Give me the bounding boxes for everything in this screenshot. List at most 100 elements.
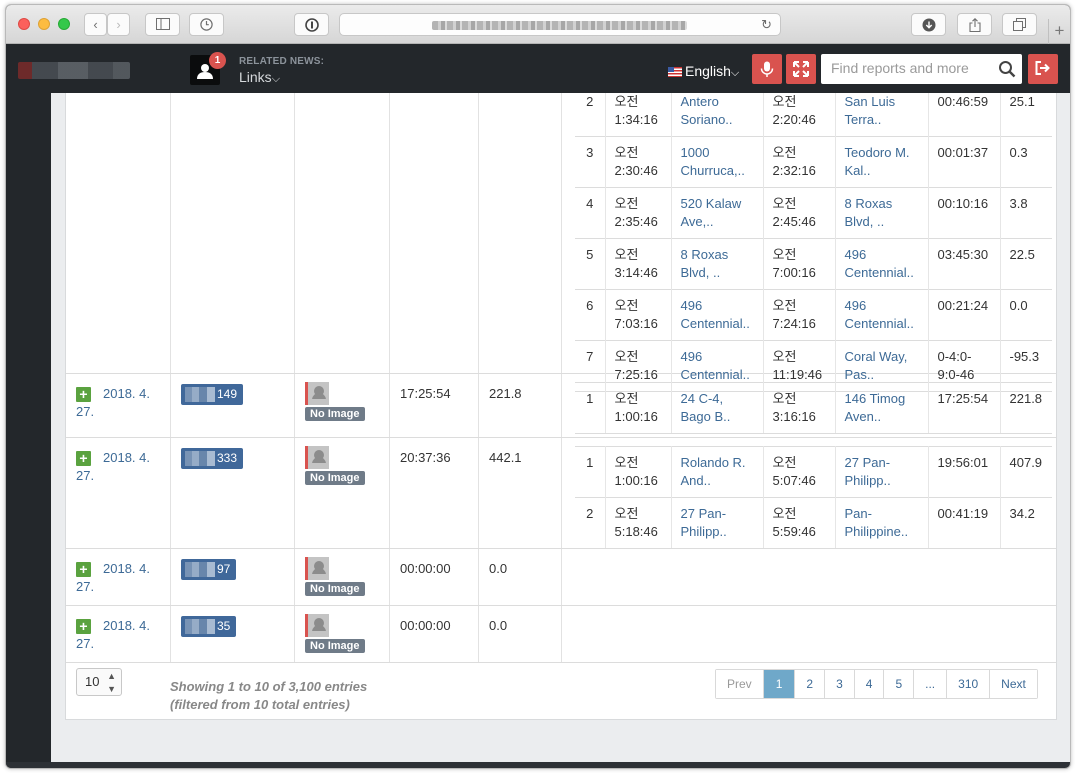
table-footer: 10 ▲ ▼ Showing 1 to 10 of 3,100 entries (f… xyxy=(66,662,1056,719)
trip-end-location-cell[interactable]: 27 Pan-Philipp.. xyxy=(835,446,929,498)
trip-start-location-cell[interactable]: Antero Soriano.. xyxy=(671,93,764,137)
reload-icon[interactable]: ↻ xyxy=(761,17,772,33)
trip-start-location-link[interactable]: Antero Soriano.. xyxy=(681,94,733,127)
vehicle-id-badge[interactable]: 97 xyxy=(181,559,237,580)
vehicle-id-text: 35 xyxy=(217,619,231,633)
trip-end-location-link[interactable]: Pan-Philippine.. xyxy=(845,506,909,539)
trip-start-time-clock: 2:30:46 xyxy=(614,163,658,178)
trip-end-location-cell[interactable]: Teodoro M. Kal.. xyxy=(835,136,929,188)
trip-row: 3 오전 2:30:46 1000 Churruca,.. 오전 2:32:16 Teodo… xyxy=(575,136,1052,188)
tabs-overview-button[interactable] xyxy=(1002,13,1037,36)
page-button[interactable]: 2 xyxy=(795,670,826,698)
trip-end-location-cell[interactable]: San Luis Terra.. xyxy=(835,93,929,137)
page-button[interactable]: 3 xyxy=(825,670,855,698)
trip-start-location-link[interactable]: 27 Pan-Philipp.. xyxy=(681,506,727,539)
address-bar[interactable]: ↻ xyxy=(339,13,781,36)
trip-end-location-link[interactable]: 8 Roxas Blvd, .. xyxy=(845,196,893,229)
trip-end-location-cell[interactable]: 496 Centennial.. xyxy=(835,238,929,290)
trip-detail-table: 2 오전 1:34:16 Antero Soriano.. 오전 2:20:46 San L… xyxy=(575,93,1052,392)
trip-end-location-link[interactable]: 496 Centennial.. xyxy=(845,298,914,331)
page-button[interactable]: 5 xyxy=(884,670,915,698)
trip-end-location-cell[interactable]: Pan-Philippine.. xyxy=(835,497,929,549)
date-cell[interactable]: +2018. 4. 27. xyxy=(76,449,168,485)
prev-page-button[interactable]: Prev xyxy=(716,670,764,698)
app-navbar: 1 RELATED NEWS: Links⌵ English⌵ xyxy=(6,44,1070,93)
key-icon xyxy=(304,18,319,32)
trip-start-location-link[interactable]: 24 C-4, Bago B.. xyxy=(681,391,731,424)
close-window-button[interactable] xyxy=(18,18,30,30)
expand-row-icon[interactable]: + xyxy=(76,387,91,402)
next-page-button[interactable]: Next xyxy=(990,670,1037,698)
related-links-dropdown[interactable]: Links⌵ xyxy=(239,69,280,86)
page-length-select[interactable]: 10 ▲ ▼ xyxy=(76,668,122,696)
trip-end-location-cell[interactable]: 8 Roxas Blvd, .. xyxy=(835,187,929,239)
vehicle-id-badge[interactable]: 149 xyxy=(181,384,244,405)
no-image-label: No Image xyxy=(305,407,365,421)
page-button[interactable]: 4 xyxy=(854,670,885,698)
vehicle-id-badge[interactable]: 333 xyxy=(181,448,244,469)
trip-start-location-link[interactable]: 496 Centennial.. xyxy=(681,298,750,331)
trip-row: 6 오전 7:03:16 496 Centennial.. 오전 7:24:16 496 C… xyxy=(575,289,1052,341)
expand-row-icon[interactable]: + xyxy=(76,619,91,634)
expand-row-icon[interactable]: + xyxy=(76,451,91,466)
language-dropdown[interactable]: English⌵ xyxy=(668,63,739,80)
avatar-placeholder-icon xyxy=(305,557,329,580)
password-manager-button[interactable] xyxy=(294,13,329,36)
fullscreen-button[interactable] xyxy=(786,54,816,84)
trip-start-location-cell[interactable]: 520 Kalaw Ave,.. xyxy=(671,187,764,239)
trip-start-time-period: 오전 xyxy=(614,349,639,364)
trip-end-location-link[interactable]: Teodoro M. Kal.. xyxy=(845,145,910,178)
trip-start-location-cell[interactable]: 27 Pan-Philipp.. xyxy=(671,497,764,549)
minimize-window-button[interactable] xyxy=(38,18,50,30)
trip-start-location-cell[interactable]: 8 Roxas Blvd, .. xyxy=(671,238,764,290)
driver-photo: No Image xyxy=(305,382,365,421)
sidebar-toggle-button[interactable] xyxy=(145,13,180,36)
trip-end-time-cell: 오전 2:32:16 xyxy=(763,136,836,188)
trip-end-location-link[interactable]: San Luis Terra.. xyxy=(845,94,896,127)
trip-end-time-cell: 오전 5:07:46 xyxy=(763,446,836,498)
date-cell[interactable]: +2018. 4. 27. xyxy=(76,385,168,421)
trip-start-time-clock: 1:34:16 xyxy=(614,112,658,127)
page-button[interactable]: 310 xyxy=(947,670,991,698)
trip-start-location-link[interactable]: 8 Roxas Blvd, .. xyxy=(681,247,729,280)
date-cell[interactable]: +2018. 4. 27. xyxy=(76,617,168,653)
trip-start-location-link[interactable]: Rolando R. And.. xyxy=(681,455,746,488)
trip-start-location-link[interactable]: 1000 Churruca,.. xyxy=(681,145,745,178)
trip-end-time-period: 오전 xyxy=(772,145,797,160)
trip-start-location-cell[interactable]: 24 C-4, Bago B.. xyxy=(671,382,764,434)
trip-distance-cell: 407.9 xyxy=(1000,446,1052,498)
voice-button[interactable] xyxy=(752,54,782,84)
downloads-button[interactable] xyxy=(911,13,946,36)
share-button[interactable] xyxy=(957,13,992,36)
brand-logo[interactable] xyxy=(18,62,130,79)
new-tab-button[interactable]: + xyxy=(1048,19,1070,44)
distance-cell: 0.0 xyxy=(489,561,508,576)
trip-duration-cell: 03:45:30 xyxy=(928,238,1001,290)
trip-end-location-link[interactable]: 27 Pan-Philipp.. xyxy=(845,455,891,488)
date-cell[interactable]: +2018. 4. 27. xyxy=(76,560,168,596)
trip-end-location-cell[interactable]: 146 Timog Aven.. xyxy=(835,382,929,434)
trip-end-location-link[interactable]: 496 Centennial.. xyxy=(845,247,914,280)
page-button[interactable]: 1 xyxy=(763,670,796,698)
trip-end-location-cell[interactable]: 496 Centennial.. xyxy=(835,289,929,341)
trip-end-time-cell: 오전 2:20:46 xyxy=(763,93,836,137)
trip-start-time-period: 오전 xyxy=(614,391,639,406)
forward-button[interactable]: › xyxy=(107,13,130,36)
trip-start-location-cell[interactable]: Rolando R. And.. xyxy=(671,446,764,498)
trip-index: 6 xyxy=(586,298,594,313)
table-row: +2018. 4. 27. 97 No Image 00:00:00 0.0 xyxy=(66,549,1056,606)
trip-start-location-cell[interactable]: 496 Centennial.. xyxy=(671,289,764,341)
search-icon[interactable] xyxy=(998,60,1016,78)
vehicle-id-badge[interactable]: 35 xyxy=(181,616,237,637)
history-button[interactable] xyxy=(189,13,224,36)
back-button[interactable]: ‹ xyxy=(84,13,107,36)
expand-row-icon[interactable]: + xyxy=(76,562,91,577)
trip-start-location-link[interactable]: 520 Kalaw Ave,.. xyxy=(681,196,742,229)
trip-start-location-cell[interactable]: 1000 Churruca,.. xyxy=(671,136,764,188)
logout-button[interactable] xyxy=(1028,54,1058,84)
search-input[interactable] xyxy=(831,54,996,82)
trip-end-time-period: 오전 xyxy=(772,196,797,211)
trip-end-location-link[interactable]: 146 Timog Aven.. xyxy=(845,391,906,424)
trip-row: 5 오전 3:14:46 8 Roxas Blvd, .. 오전 7:00:16 496 C… xyxy=(575,238,1052,290)
zoom-window-button[interactable] xyxy=(58,18,70,30)
